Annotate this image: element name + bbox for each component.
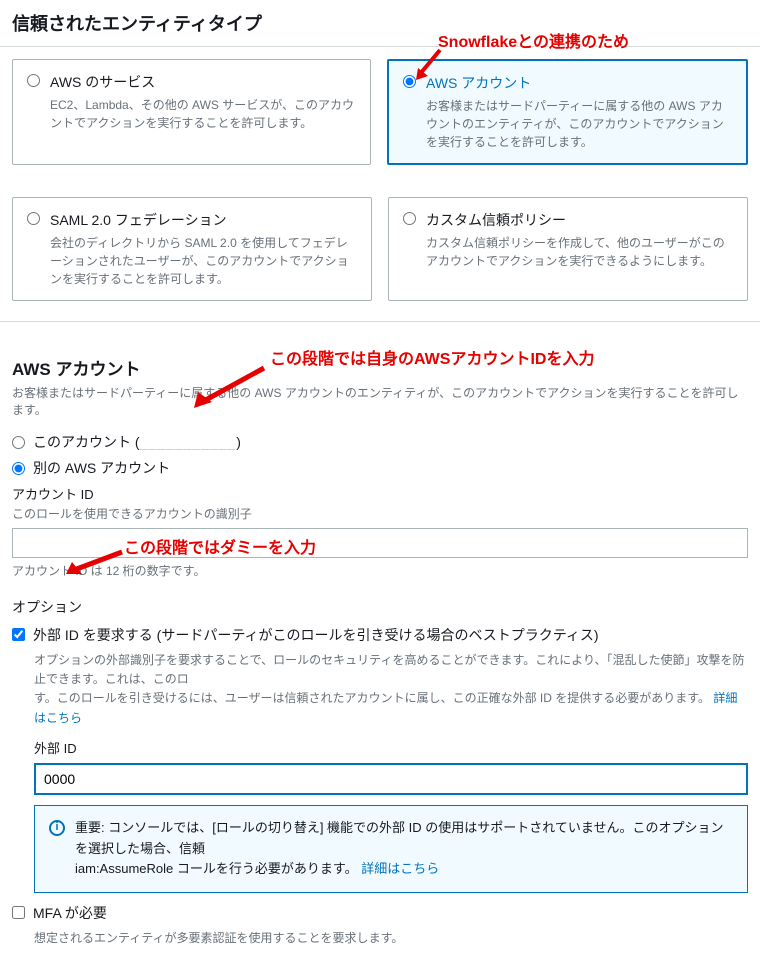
radio-other-account-row[interactable]: 別の AWS アカウント	[12, 458, 748, 478]
checkbox-mfa-row[interactable]: MFA が必要	[12, 903, 748, 923]
account-id-help: このロールを使用できるアカウントの識別子	[12, 505, 748, 522]
account-id-label: アカウント ID	[12, 484, 748, 503]
card-title: AWS のサービス	[50, 72, 356, 92]
external-id-input[interactable]	[34, 763, 748, 795]
radio-aws-account[interactable]	[403, 75, 416, 88]
section-title-aws-account: AWS アカウント	[12, 355, 748, 380]
card-title: AWS アカウント	[426, 73, 732, 93]
other-account-label: 別の AWS アカウント	[33, 458, 170, 478]
radio-aws-service[interactable]	[27, 74, 40, 87]
card-desc: お客様またはサードパーティーに属する他の AWS アカウントのエンティティが、こ…	[426, 97, 732, 151]
mfa-desc: 想定されるエンティティが多要素認証を使用することを要求します。	[34, 929, 748, 948]
section-desc: お客様またはサードパーティーに属する他の AWS アカウントのエンティティが、こ…	[12, 384, 748, 418]
card-saml[interactable]: SAML 2.0 フェデレーション 会社のディレクトリから SAML 2.0 を…	[12, 197, 372, 301]
account-id-input[interactable]	[12, 528, 748, 558]
card-custom-policy[interactable]: カスタム信頼ポリシー カスタム信頼ポリシーを作成して、他のユーザーがこのアカウン…	[388, 197, 748, 301]
radio-saml[interactable]	[27, 212, 40, 225]
card-title: カスタム信頼ポリシー	[426, 210, 733, 230]
info-learn-more-link[interactable]: 詳細はこちら	[361, 861, 439, 876]
external-id-field-label: 外部 ID	[34, 738, 748, 757]
card-title: SAML 2.0 フェデレーション	[50, 210, 357, 230]
mfa-label: MFA が必要	[33, 903, 107, 923]
card-aws-service[interactable]: AWS のサービス EC2、Lambda、その他の AWS サービスが、このアカ…	[12, 59, 371, 165]
card-desc: カスタム信頼ポリシーを作成して、他のユーザーがこのアカウントでアクションを実行で…	[426, 234, 733, 270]
radio-custom-policy[interactable]	[403, 212, 416, 225]
info-icon: i	[49, 820, 65, 836]
card-desc: EC2、Lambda、その他の AWS サービスが、このアカウントでアクションを…	[50, 96, 356, 132]
info-box: i 重要: コンソールでは、[ロールの切り替え] 機能での外部 ID の使用はサ…	[34, 805, 748, 893]
radio-this-account-row[interactable]: このアカウント (___________)	[12, 432, 748, 452]
checkbox-external-id-row[interactable]: 外部 ID を要求する (サードパーティがこのロールを引き受ける場合のベストプラ…	[12, 625, 748, 645]
page-title: 信頼されたエンティティタイプ	[0, 0, 760, 46]
card-aws-account[interactable]: AWS アカウント お客様またはサードパーティーに属する他の AWS アカウント…	[387, 59, 748, 165]
external-id-desc: オプションの外部識別子を要求することで、ロールのセキュリティを高めることができま…	[34, 651, 748, 728]
external-id-label: 外部 ID を要求する (サードパーティがこのロールを引き受ける場合のベストプラ…	[33, 625, 599, 645]
radio-this-account[interactable]	[12, 436, 25, 449]
card-desc: 会社のディレクトリから SAML 2.0 を使用してフェデレーションされたユーザ…	[50, 234, 357, 288]
options-title: オプション	[12, 597, 748, 617]
this-account-label: このアカウント (___________)	[33, 432, 241, 452]
radio-other-account[interactable]	[12, 462, 25, 475]
checkbox-mfa[interactable]	[12, 906, 25, 919]
info-text: 重要: コンソールでは、[ロールの切り替え] 機能での外部 ID の使用はサポー…	[75, 818, 733, 880]
account-id-hint: アカウント ID は 12 桁の数字です。	[12, 562, 748, 579]
checkbox-external-id[interactable]	[12, 628, 25, 641]
